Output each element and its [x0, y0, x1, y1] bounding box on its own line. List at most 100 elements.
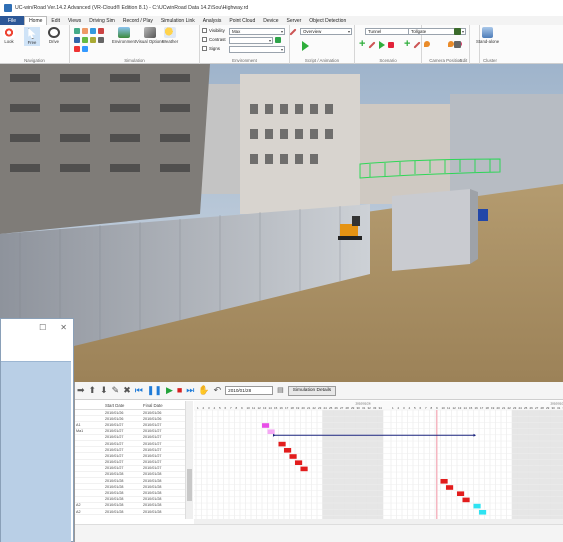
3d-viewport[interactable]	[0, 64, 563, 382]
pause-icon[interactable]: ❚❚	[147, 386, 162, 395]
arrow-up-icon[interactable]: ⬆	[89, 386, 97, 395]
play-icon[interactable]	[302, 41, 309, 51]
visual-options-button[interactable]: Visual Options	[136, 27, 164, 44]
play-icon[interactable]	[379, 41, 385, 49]
pencil-icon[interactable]: ✎	[112, 386, 120, 395]
table-row[interactable]: A2 2010/01/28 2010/01/28	[75, 509, 193, 516]
table-cell: 2010/01/28	[105, 497, 124, 502]
settings-icon[interactable]	[454, 41, 461, 48]
maximize-icon[interactable]: ☐	[39, 323, 46, 332]
table-cell: 2010/01/26	[105, 410, 124, 415]
weather-button[interactable]: Weather	[162, 27, 178, 44]
gantt-bar	[278, 441, 286, 447]
simulation-details-button[interactable]: Simulation Details	[287, 385, 337, 396]
sim-icon-2[interactable]	[82, 28, 88, 34]
contrast-check[interactable]: Contrast	[202, 37, 226, 42]
date-field[interactable]: 2010/01/28	[225, 386, 274, 395]
sim-icon-6[interactable]	[82, 37, 88, 43]
tab-edit[interactable]: Edit	[47, 16, 64, 25]
gantt-dependency-marker	[273, 433, 276, 437]
calendar-icon[interactable]: ▤	[277, 386, 284, 395]
pencil-icon[interactable]	[368, 41, 376, 49]
visibility-check[interactable]: Visibility	[202, 28, 225, 33]
tab-device[interactable]: Device	[259, 16, 282, 25]
close-icon[interactable]: ✕	[60, 323, 67, 332]
visibility-select[interactable]: Max ▾	[229, 28, 285, 35]
scrollbar-thumb[interactable]	[187, 469, 192, 501]
table-cell: 2010/01/28	[105, 503, 124, 508]
stand-alone-button[interactable]: Stand-alone	[476, 27, 499, 44]
camera-value: Tollgate	[411, 29, 427, 34]
arrow-down-icon[interactable]: ⬇	[100, 386, 108, 395]
undo-icon[interactable]: ↶	[214, 386, 222, 395]
script-select[interactable]: Overview ▾	[300, 28, 352, 35]
gantt-day-label: 28	[346, 406, 350, 410]
add-icon[interactable]: +	[404, 38, 410, 50]
table-cell: 2010/01/27	[143, 460, 162, 465]
gantt-chart[interactable]: 2010/01/262010/01/2812345678910111213141…	[194, 401, 563, 519]
skip-start-icon[interactable]: ⏮	[135, 386, 143, 395]
tab-driving-sim[interactable]: Driving Sim	[85, 16, 119, 25]
edit-icon[interactable]	[454, 28, 461, 35]
gantt-day-label: 20	[497, 406, 501, 410]
location-pin-icon[interactable]	[424, 41, 430, 47]
gantt-day-label: 10	[247, 406, 251, 410]
chevron-down-icon: ▾	[268, 38, 271, 43]
visual-options-icon	[143, 27, 156, 38]
computer-icon	[482, 27, 494, 38]
gantt-day-label: 30	[357, 406, 361, 410]
table-cell: 2010/01/26	[105, 416, 124, 421]
delete-icon[interactable]: ✖	[123, 386, 131, 395]
tab-views[interactable]: Views	[64, 16, 85, 25]
weather-icon	[164, 27, 177, 38]
pencil-icon[interactable]	[289, 28, 297, 36]
sim-icon-5[interactable]	[74, 37, 80, 43]
steering-wheel-icon	[48, 27, 60, 38]
tab-record-play[interactable]: Record / Play	[119, 16, 157, 25]
background-dialog: ☐ ✕	[0, 318, 74, 542]
table-cell: 2010/01/28	[105, 491, 124, 496]
apply-icon[interactable]	[275, 37, 281, 43]
play-icon[interactable]: ▶	[166, 386, 173, 395]
table-cell: 2010/01/27	[143, 466, 162, 471]
table-cell: 2010/01/27	[105, 460, 124, 465]
sim-icon-10[interactable]	[82, 46, 88, 52]
stop-icon[interactable]: ■	[177, 386, 182, 395]
gantt-svg: 2010/01/262010/01/2812345678910111213141…	[194, 401, 563, 519]
add-icon[interactable]: +	[359, 38, 365, 50]
tab-analysis[interactable]: Analysis	[199, 16, 226, 25]
gantt-month-label: 2010/01/28	[551, 402, 563, 406]
visual-options-label: Visual Options	[136, 39, 164, 44]
drive-button[interactable]: Drive	[48, 27, 60, 44]
look-button[interactable]: Look	[3, 27, 15, 44]
table-cell: 2010/01/28	[143, 509, 162, 514]
environment-button[interactable]: Environment	[112, 27, 136, 44]
hand-icon[interactable]: ✋	[198, 386, 209, 395]
sim-icon-7[interactable]	[90, 37, 96, 43]
skip-end-icon[interactable]: ⏭	[186, 386, 194, 395]
arrow-right-icon[interactable]: ➡	[77, 386, 85, 395]
tab-server[interactable]: Server	[283, 16, 306, 25]
environment-group: Visibility Contrast Signs Max ▾ ▾ ▾ Envir…	[200, 25, 290, 64]
tab-point-cloud[interactable]: Point Cloud	[225, 16, 259, 25]
sim-icon-3[interactable]	[90, 28, 96, 34]
vertical-scrollbar[interactable]	[185, 401, 193, 519]
navigation-group: Look Free Drive Navigation	[0, 25, 70, 64]
signs-check[interactable]: Signs	[202, 46, 220, 51]
tab-home[interactable]: Home	[24, 16, 48, 25]
sim-icon-9[interactable]	[74, 46, 80, 52]
gantt-day-label: 10	[442, 406, 446, 410]
tab-object-detection[interactable]: Object Detection	[305, 16, 350, 25]
sim-icon-8[interactable]	[98, 37, 104, 43]
contrast-select[interactable]: ▾	[229, 37, 273, 44]
navigation-group-label: Navigation	[24, 58, 45, 63]
sim-icon-1[interactable]	[74, 28, 80, 34]
tab-simulation-link[interactable]: Simulation Link	[157, 16, 199, 25]
sim-icon-4[interactable]	[98, 28, 104, 34]
tab-file[interactable]: File	[0, 16, 25, 25]
gantt-day-label: 11	[447, 406, 450, 410]
signs-select[interactable]: ▾	[229, 46, 285, 53]
stop-icon[interactable]	[388, 42, 394, 48]
free-button[interactable]: Free	[24, 27, 40, 46]
gantt-day-label: 22	[313, 406, 317, 410]
